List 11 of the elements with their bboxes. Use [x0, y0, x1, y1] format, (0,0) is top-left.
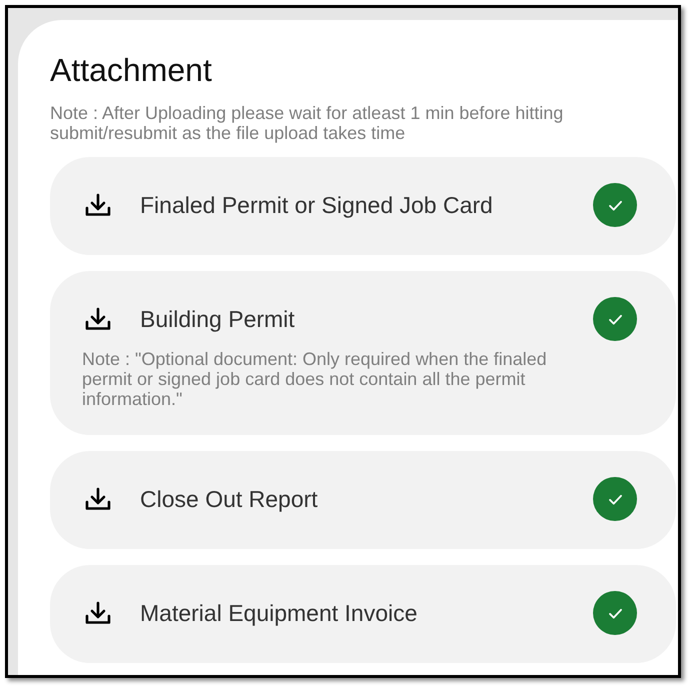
- attachment-label: Building Permit: [140, 305, 295, 333]
- attachment-label: Close Out Report: [140, 485, 318, 513]
- download-icon[interactable]: [85, 601, 111, 625]
- download-icon[interactable]: [85, 193, 111, 217]
- attachment-label: Finaled Permit or Signed Job Card: [140, 191, 493, 219]
- attachment-label: Material Equipment Invoice: [140, 599, 418, 627]
- download-icon[interactable]: [85, 487, 111, 511]
- section-title: Attachment: [50, 52, 213, 88]
- attachment-note: Note : "Optional document: Only required when the finaled permit or signed job card does not contain all the permit information.": [82, 349, 548, 409]
- download-icon[interactable]: [85, 307, 111, 331]
- upload-note: Note : After Uploading please wait for atleast 1 min before hitting submit/resubmit as the file upload takes time: [50, 103, 564, 143]
